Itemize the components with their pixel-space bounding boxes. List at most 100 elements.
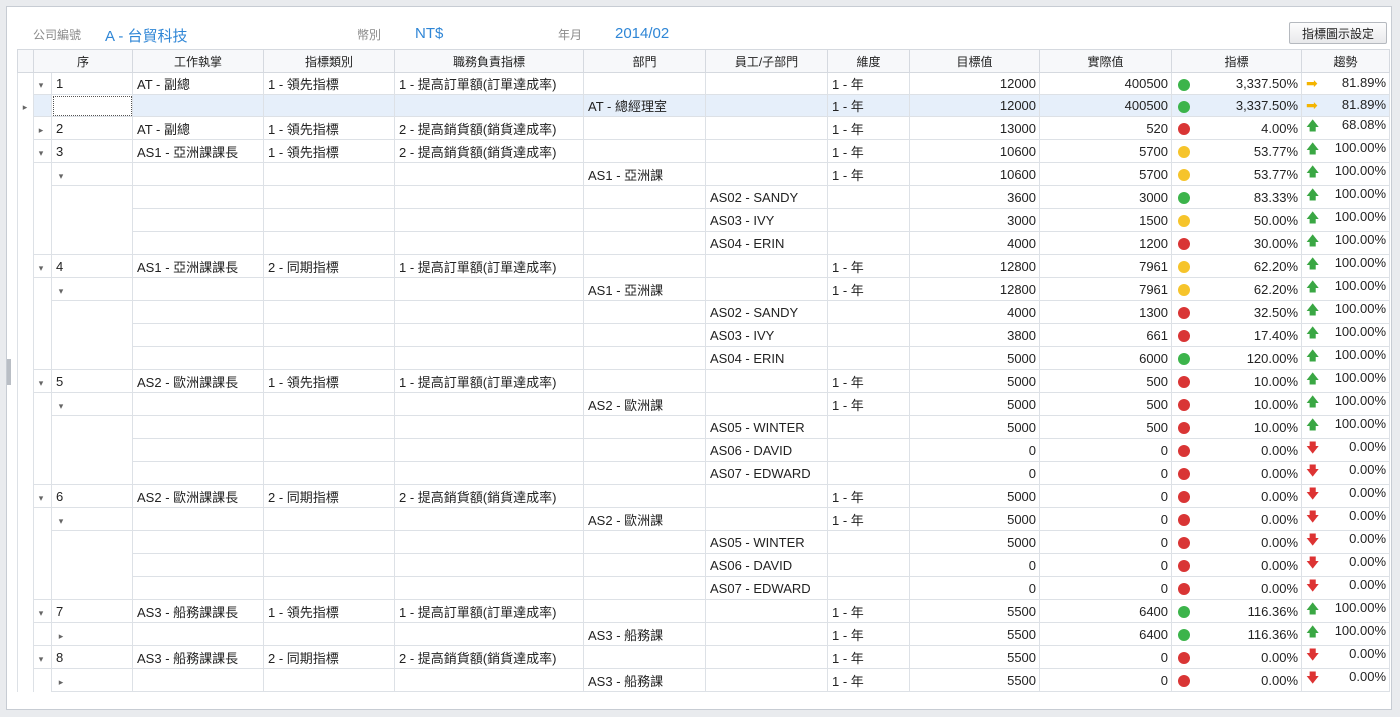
row-indicator[interactable] [17, 116, 34, 140]
expand-right-icon[interactable]: ▸ [35, 125, 49, 136]
row-indicator[interactable] [17, 254, 34, 278]
chart-settings-button[interactable]: 指標圖示設定 [1289, 22, 1387, 44]
table-row[interactable]: AS02 - SANDY 4000 1300 32.50% 🡅 100.00% [17, 300, 1391, 324]
row-indicator[interactable] [17, 72, 34, 95]
tree-toggle-cell[interactable]: ▾ [50, 277, 134, 301]
tree-toggle-cell[interactable]: ▸ [33, 116, 52, 140]
table-row[interactable]: AS05 - WINTER 5000 0 0.00% 🡇 0.00% [17, 530, 1391, 554]
table-row[interactable]: ▾ 5 AS2 - 歐洲課課長 1 - 領先指標 1 - 提高訂單額(訂單達成率)… [17, 369, 1391, 393]
column-header-indicator[interactable]: 指標 [1171, 49, 1303, 73]
tree-toggle-cell[interactable]: ▾ [50, 392, 134, 416]
table-row[interactable]: AS03 - IVY 3800 661 17.40% 🡅 100.00% [17, 323, 1391, 347]
row-indicator[interactable] [17, 599, 34, 623]
tree-toggle-cell[interactable] [50, 94, 134, 117]
panel-splitter-handle[interactable] [7, 359, 11, 385]
row-indicator[interactable] [17, 461, 34, 485]
row-indicator[interactable] [17, 530, 34, 554]
table-row[interactable]: ▾ AS1 - 亞洲課 1 - 年 12800 7961 62.20% 🡅 100… [17, 277, 1391, 301]
row-indicator[interactable] [17, 622, 34, 646]
table-row[interactable]: ▾ AS2 - 歐洲課 1 - 年 5000 500 10.00% 🡅 100.0… [17, 392, 1391, 416]
row-indicator[interactable] [17, 553, 34, 577]
expand-right-icon[interactable]: ▸ [54, 631, 68, 642]
tree-toggle-cell[interactable]: ▾ [50, 162, 134, 186]
expand-right-icon[interactable]: ▸ [54, 677, 68, 688]
tree-toggle-cell[interactable]: ▾ [33, 72, 52, 95]
column-header-target[interactable]: 目標值 [909, 49, 1041, 73]
table-row[interactable]: ▸ 2 AT - 副總 1 - 領先指標 2 - 提高銷貨額(銷貨達成率) 1 -… [17, 116, 1391, 140]
column-header-trend[interactable]: 趨勢 [1301, 49, 1391, 73]
period-value[interactable]: 2014/02 [615, 25, 669, 42]
table-row[interactable]: AS04 - ERIN 5000 6000 120.00% 🡅 100.00% [17, 346, 1391, 370]
expand-down-icon[interactable]: ▾ [54, 516, 68, 527]
row-indicator[interactable]: ▸ [17, 94, 34, 117]
expand-down-icon[interactable]: ▾ [54, 401, 68, 412]
expand-down-icon[interactable]: ▾ [35, 493, 49, 504]
tree-toggle-cell[interactable]: ▾ [33, 599, 52, 623]
column-header-kpi[interactable]: 職務負責指標 [394, 49, 585, 73]
column-header-role[interactable]: 工作執掌 [132, 49, 265, 73]
tree-toggle-cell[interactable]: ▾ [33, 139, 52, 163]
expand-down-icon[interactable]: ▾ [35, 263, 49, 274]
table-row[interactable]: ▸ AS3 - 船務課 1 - 年 5500 6400 116.36% 🡅 100… [17, 622, 1391, 646]
expand-down-icon[interactable]: ▾ [35, 608, 49, 619]
table-row[interactable]: AS07 - EDWARD 0 0 0.00% 🡇 0.00% [17, 576, 1391, 600]
table-row[interactable]: ▾ 7 AS3 - 船務課課長 1 - 領先指標 1 - 提高訂單額(訂單達成率)… [17, 599, 1391, 623]
row-indicator[interactable] [17, 415, 34, 439]
row-indicator[interactable] [17, 185, 34, 209]
row-indicator[interactable] [17, 392, 34, 416]
tree-toggle-cell[interactable]: ▸ [50, 668, 134, 692]
row-indicator[interactable] [17, 346, 34, 370]
tree-toggle-cell[interactable]: ▸ [50, 622, 134, 646]
row-indicator[interactable] [17, 231, 34, 255]
column-header-category[interactable]: 指標類別 [263, 49, 396, 73]
row-indicator[interactable] [17, 300, 34, 324]
table-row[interactable]: ▾ 1 AT - 副總 1 - 領先指標 1 - 提高訂單額(訂單達成率) 1 -… [17, 72, 1391, 95]
row-indicator[interactable] [17, 484, 34, 508]
row-indicator[interactable] [17, 369, 34, 393]
expand-down-icon[interactable]: ▾ [35, 80, 49, 91]
table-row[interactable]: ▸ AS3 - 船務課 1 - 年 5500 0 0.00% 🡇 0.00% [17, 668, 1391, 692]
table-row[interactable]: ▾ 4 AS1 - 亞洲課課長 2 - 同期指標 1 - 提高訂單額(訂單達成率)… [17, 254, 1391, 278]
tree-toggle-cell[interactable]: ▾ [33, 254, 52, 278]
tree-toggle-cell[interactable]: ▾ [33, 645, 52, 669]
table-row[interactable]: AS03 - IVY 3000 1500 50.00% 🡅 100.00% [17, 208, 1391, 232]
expand-down-icon[interactable]: ▾ [54, 286, 68, 297]
row-indicator[interactable] [17, 208, 34, 232]
row-indicator[interactable] [17, 139, 34, 163]
table-row[interactable]: AS02 - SANDY 3600 3000 83.33% 🡅 100.00% [17, 185, 1391, 209]
table-row[interactable]: ▸ AT - 總經理室 1 - 年 12000 400500 3,337.50%… [17, 94, 1391, 117]
row-indicator[interactable] [17, 162, 34, 186]
table-row[interactable]: AS07 - EDWARD 0 0 0.00% 🡇 0.00% [17, 461, 1391, 485]
row-indicator[interactable] [17, 323, 34, 347]
table-row[interactable]: AS06 - DAVID 0 0 0.00% 🡇 0.00% [17, 553, 1391, 577]
row-indicator[interactable] [17, 645, 34, 669]
table-row[interactable]: ▾ AS1 - 亞洲課 1 - 年 10600 5700 53.77% 🡅 100… [17, 162, 1391, 186]
table-row[interactable]: ▾ AS2 - 歐洲課 1 - 年 5000 0 0.00% 🡇 0.00% [17, 507, 1391, 531]
tree-toggle-cell[interactable]: ▾ [33, 369, 52, 393]
column-header-actual[interactable]: 實際值 [1039, 49, 1173, 73]
expand-down-icon[interactable]: ▾ [35, 654, 49, 665]
column-header-department[interactable]: 部門 [583, 49, 707, 73]
column-header-employee[interactable]: 員工/子部門 [705, 49, 829, 73]
table-row[interactable]: AS06 - DAVID 0 0 0.00% 🡇 0.00% [17, 438, 1391, 462]
table-row[interactable]: ▾ 3 AS1 - 亞洲課課長 1 - 領先指標 2 - 提高銷貨額(銷貨達成率)… [17, 139, 1391, 163]
row-indicator[interactable] [17, 507, 34, 531]
company-value[interactable]: A - 台貿科技 [105, 25, 188, 46]
table-row[interactable]: AS04 - ERIN 4000 1200 30.00% 🡅 100.00% [17, 231, 1391, 255]
row-indicator[interactable] [17, 668, 34, 692]
row-indicator[interactable] [17, 277, 34, 301]
tree-toggle-cell[interactable]: ▾ [33, 484, 52, 508]
expand-down-icon[interactable]: ▾ [35, 378, 49, 389]
tree-toggle-cell[interactable]: ▾ [50, 507, 134, 531]
row-indicator[interactable] [17, 576, 34, 600]
expand-down-icon[interactable]: ▾ [35, 148, 49, 159]
row-indicator[interactable] [17, 438, 34, 462]
table-row[interactable]: AS05 - WINTER 5000 500 10.00% 🡅 100.00% [17, 415, 1391, 439]
currency-value[interactable]: NT$ [415, 25, 443, 42]
expand-down-icon[interactable]: ▾ [54, 171, 68, 182]
column-header-dimension[interactable]: 維度 [827, 49, 911, 73]
category-cell [263, 438, 396, 462]
column-header-seq[interactable]: 序 [32, 49, 134, 73]
table-row[interactable]: ▾ 8 AS3 - 船務課課長 2 - 同期指標 2 - 提高銷貨額(銷貨達成率)… [17, 645, 1391, 669]
table-row[interactable]: ▾ 6 AS2 - 歐洲課課長 2 - 同期指標 2 - 提高銷貨額(銷貨達成率)… [17, 484, 1391, 508]
